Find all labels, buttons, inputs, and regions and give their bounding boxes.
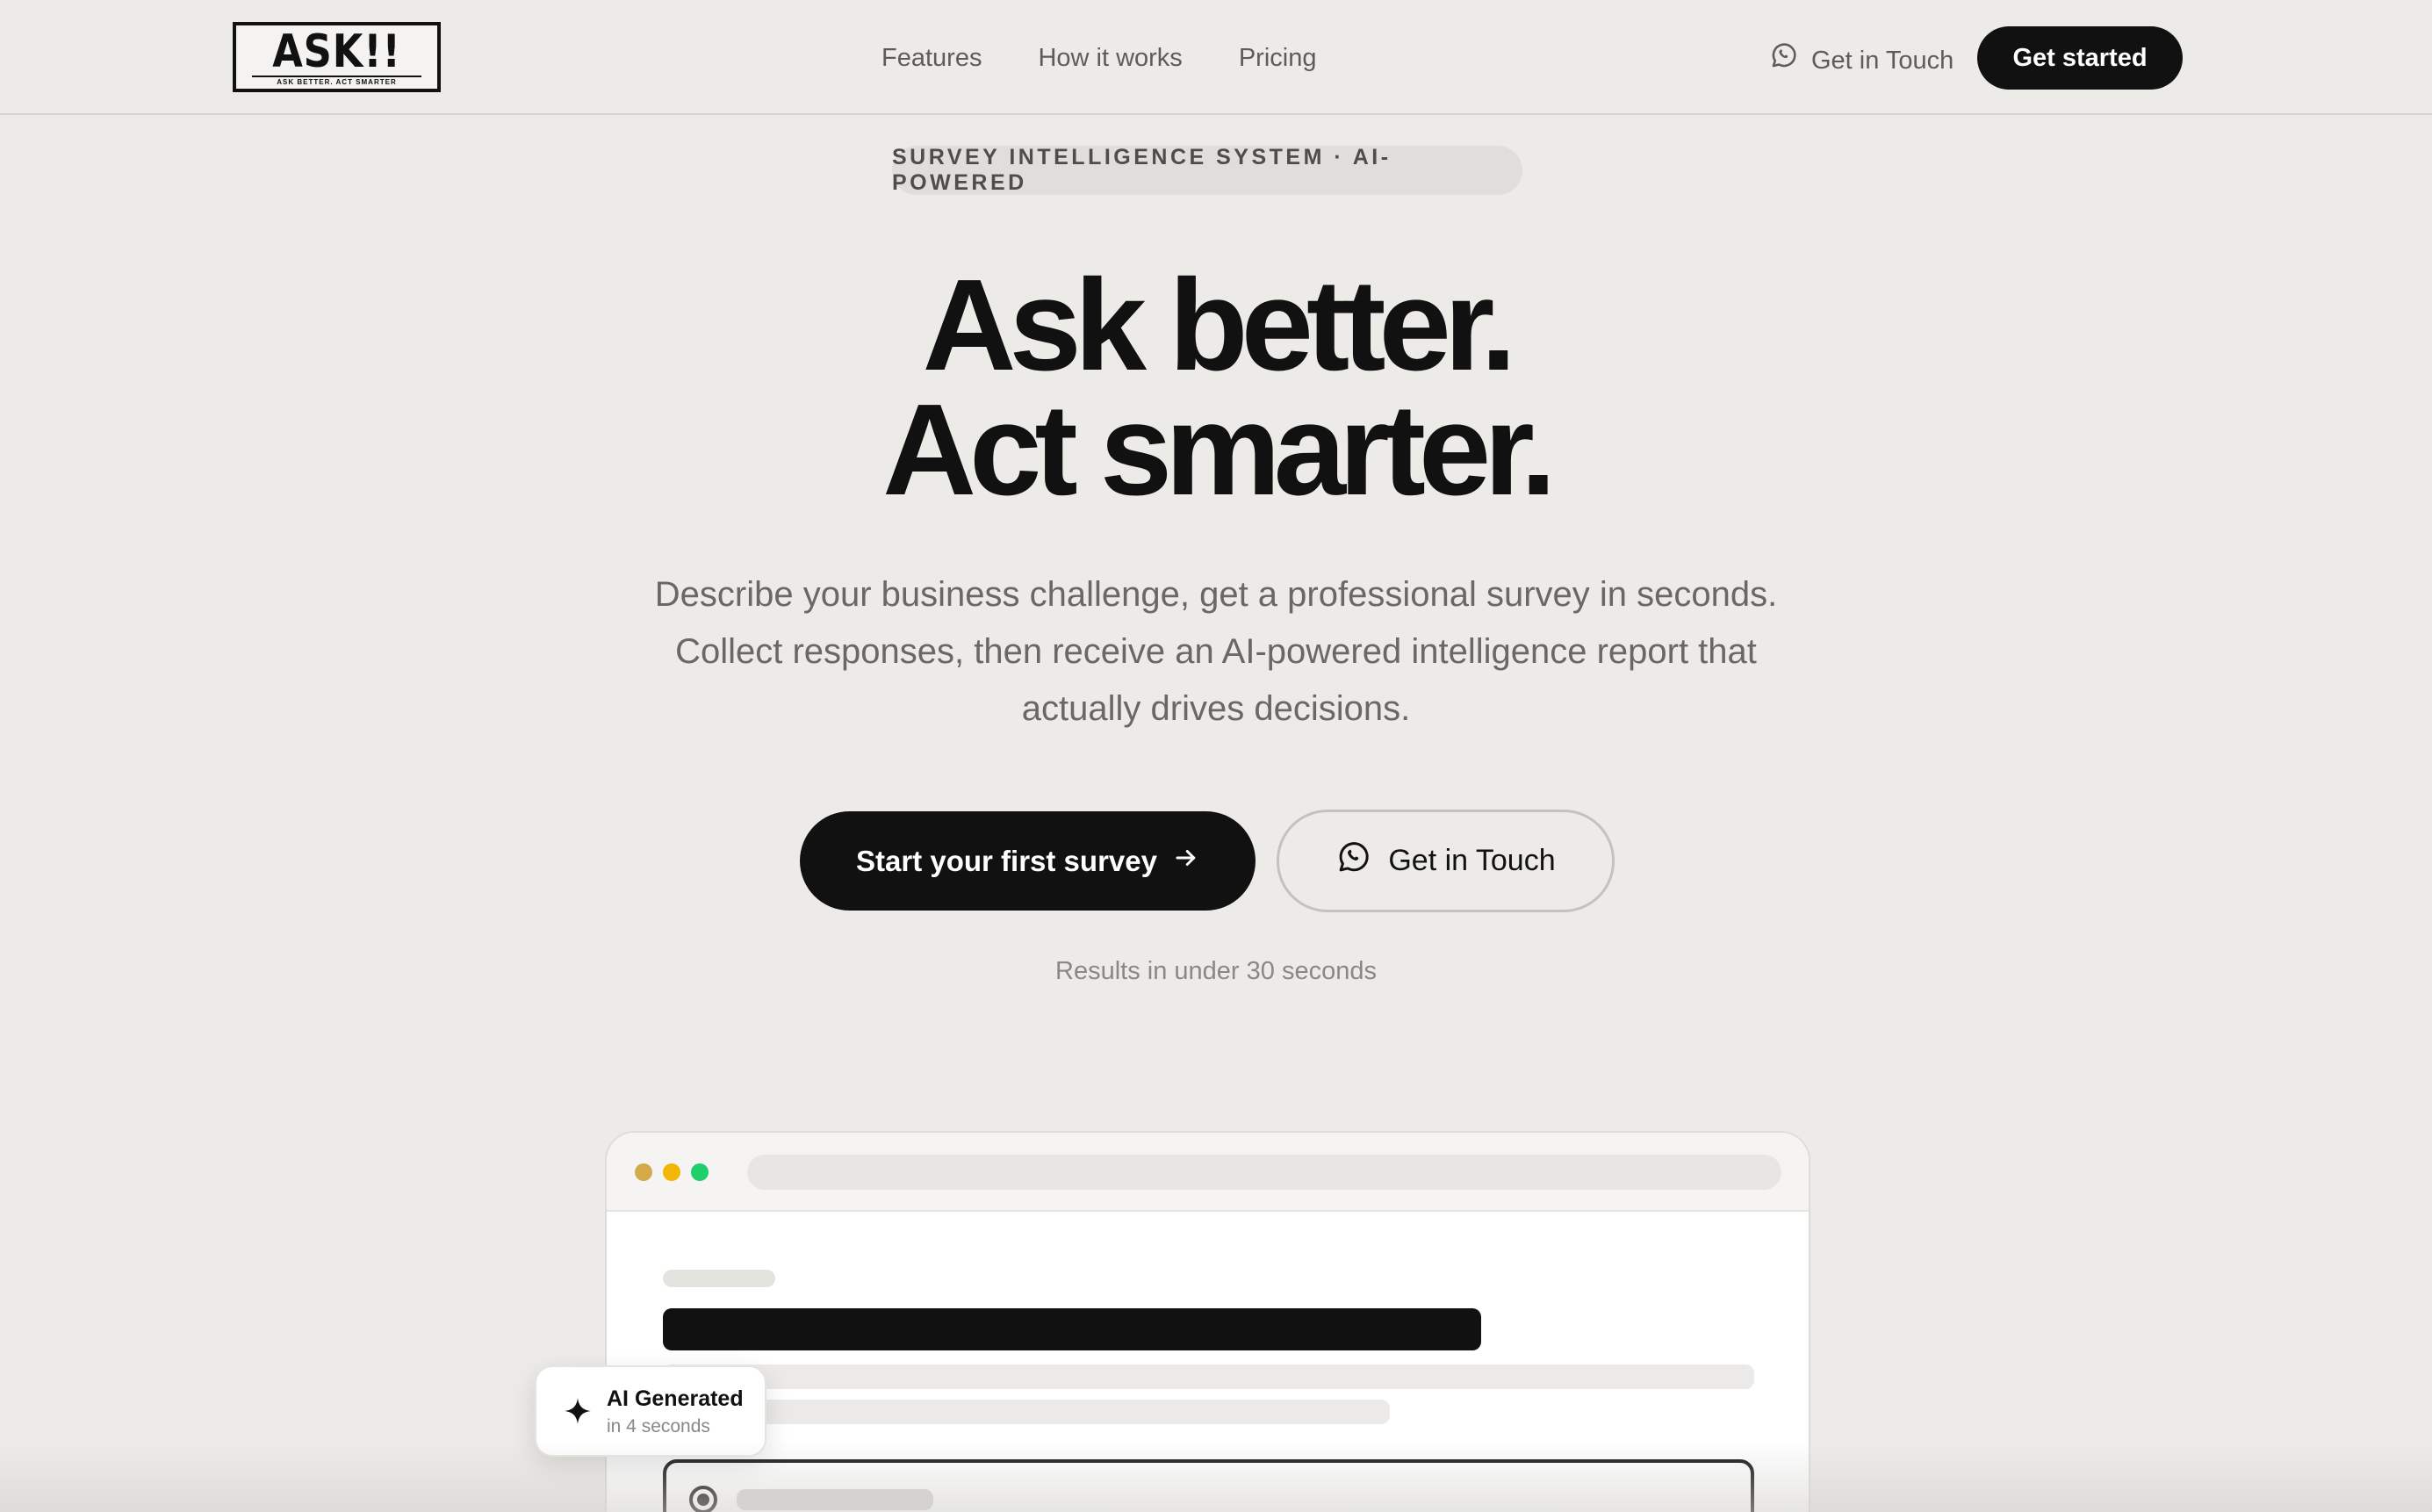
logo-tagline: ASK BETTER. ACT SMARTER: [252, 76, 421, 86]
skeleton-text-line-1: [663, 1364, 1754, 1389]
window-dot-2: [663, 1163, 680, 1181]
start-first-survey-label: Start your first survey: [856, 844, 1157, 877]
arrow-right-icon: [1173, 845, 1199, 878]
hero-get-in-touch-button[interactable]: Get in Touch: [1277, 810, 1615, 912]
nav-link-pricing[interactable]: Pricing: [1239, 40, 1317, 76]
sparkle-icon: [563, 1396, 593, 1430]
results-note: Results in under 30 seconds: [1055, 957, 1377, 985]
skeleton-option-text: [737, 1489, 933, 1510]
nav-get-in-touch-link[interactable]: Get in Touch: [1769, 40, 1954, 80]
start-first-survey-button[interactable]: Start your first survey: [800, 811, 1256, 911]
skeleton-question-title: [663, 1308, 1481, 1350]
skeleton-text-line-2: [663, 1400, 1390, 1424]
headline-line-2: Act smarter.: [882, 378, 1557, 522]
survey-preview-window: [605, 1131, 1810, 1512]
window-dot-3: [691, 1163, 709, 1181]
headline-line-1: Ask better.: [922, 253, 1517, 398]
logo-wordmark: ASK!!: [272, 25, 401, 78]
ai-generated-card: AI Generated in 4 seconds: [535, 1365, 766, 1457]
whatsapp-icon: [1769, 40, 1799, 80]
get-started-button[interactable]: Get started: [1977, 26, 2183, 90]
ai-card-title: AI Generated: [607, 1386, 744, 1411]
hero-badge: SURVEY INTELLIGENCE SYSTEM · AI-POWERED: [892, 145, 1522, 195]
hero-get-in-touch-label: Get in Touch: [1388, 844, 1556, 877]
window-dot-1: [635, 1163, 652, 1181]
nav-link-features[interactable]: Features: [881, 40, 982, 76]
ai-card-subtitle: in 4 seconds: [607, 1416, 710, 1436]
whatsapp-icon: [1335, 839, 1372, 883]
hero-description: Describe your business challenge, get a …: [654, 575, 1778, 728]
top-navbar: ASK!! ASK BETTER. ACT SMARTER Features H…: [0, 0, 2432, 115]
primary-nav: Features How it works Pricing: [881, 40, 1316, 76]
hero-headline: Ask better. Act smarter.: [0, 253, 2432, 522]
nav-link-how-it-works[interactable]: How it works: [1038, 40, 1182, 76]
answer-option-selected[interactable]: [663, 1459, 1754, 1512]
skeleton-label: [663, 1270, 775, 1287]
radio-selected-icon: [689, 1486, 717, 1512]
address-bar-placeholder: [747, 1155, 1781, 1190]
nav-get-in-touch-label: Get in Touch: [1811, 46, 1954, 75]
window-titlebar: [607, 1133, 1809, 1212]
brand-logo[interactable]: ASK!! ASK BETTER. ACT SMARTER: [233, 22, 441, 92]
